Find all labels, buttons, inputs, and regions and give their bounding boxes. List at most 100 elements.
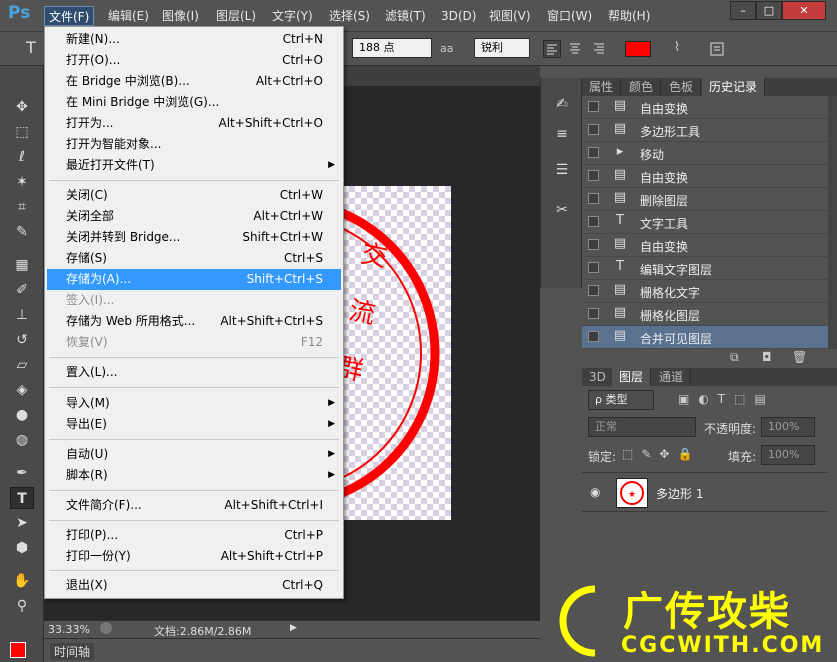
dodge-tool-icon[interactable]: ◍ [10, 429, 34, 451]
menu-help[interactable]: 帮助(H) [604, 6, 654, 26]
maximize-button[interactable]: □ [756, 1, 782, 20]
history-row[interactable]: T 文字工具 [582, 211, 828, 234]
camera-icon[interactable]: ◘ [762, 350, 772, 364]
menu-view[interactable]: 视图(V) [485, 6, 535, 26]
menu-item-browse-bridge[interactable]: 在 Bridge 中浏览(B)... Alt+Ctrl+O [47, 71, 341, 92]
menu-item-close-go-bridge[interactable]: 关闭并转到 Bridge... Shift+Ctrl+W [47, 227, 341, 248]
history-row[interactable]: ▤ 多边形工具 [582, 119, 828, 142]
menu-item-print[interactable]: 打印(P)... Ctrl+P [47, 525, 341, 546]
path-selection-tool-icon[interactable]: ➤ [10, 512, 34, 534]
menu-item-close-all[interactable]: 关闭全部 Alt+Ctrl+W [47, 206, 341, 227]
close-button[interactable]: ✕ [782, 1, 826, 20]
tab-properties[interactable]: 属性 [582, 78, 622, 96]
history-brush-tool-icon[interactable]: ↺ [10, 329, 34, 351]
menu-item-open-smart-object[interactable]: 打开为智能对象... [47, 134, 341, 155]
menu-edit[interactable]: 编辑(E) [104, 6, 153, 26]
history-row[interactable]: T 编辑文字图层 [582, 257, 828, 280]
layer-row[interactable]: ◉ ★ 多边形 1 [582, 472, 828, 512]
eraser-tool-icon[interactable]: ▱ [10, 354, 34, 376]
align-center-icon[interactable] [567, 40, 585, 58]
menu-item-new[interactable]: 新建(N)... Ctrl+N [47, 29, 341, 50]
crop-tool-icon[interactable]: ⌗ [10, 196, 34, 218]
menu-item-save-as[interactable]: 存储为(A)... Shift+Ctrl+S [47, 269, 341, 290]
menu-image[interactable]: 图像(I) [158, 6, 203, 26]
pen-tool-icon[interactable]: ✒ [10, 462, 34, 484]
stamp-tool-icon[interactable]: ⊥ [10, 304, 34, 326]
adjustments-icon[interactable]: ☰ [549, 158, 575, 182]
document-canvas[interactable]: 交流群 [343, 186, 451, 520]
history-row[interactable]: ▸ 移动 [582, 142, 828, 165]
tab-channels[interactable]: 通道 [652, 368, 692, 386]
layer-filter-select[interactable]: ρ 类型 [588, 390, 654, 410]
trash-icon[interactable]: 🗑 [792, 350, 807, 364]
blur-tool-icon[interactable]: ● [10, 404, 34, 426]
antialias-select[interactable]: 锐利 [474, 38, 530, 58]
timeline-tab[interactable]: 时间轴 [50, 643, 95, 660]
tab-color[interactable]: 颜色 [622, 78, 662, 96]
menu-file[interactable]: 文件(F) [44, 6, 95, 26]
history-row[interactable]: ▤ 自由变换 [582, 234, 828, 257]
brush-settings-icon[interactable]: ≡ [549, 122, 575, 146]
menu-item-place[interactable]: 置入(L)... [47, 362, 341, 383]
lasso-tool-icon[interactable]: ℓ [10, 146, 34, 168]
align-right-icon[interactable] [591, 40, 609, 58]
menu-item-print-one-copy[interactable]: 打印一份(Y) Alt+Shift+Ctrl+P [47, 546, 341, 567]
menu-item-import[interactable]: 导入(M) ▶ [47, 393, 341, 414]
foreground-color-swatch[interactable] [10, 642, 26, 658]
status-info-icon[interactable] [100, 622, 112, 634]
text-color-swatch[interactable] [625, 41, 651, 57]
menu-item-export[interactable]: 导出(E) ▶ [47, 414, 341, 435]
tab-3d[interactable]: 3D [582, 368, 614, 386]
menu-item-open[interactable]: 打开(O)... Ctrl+O [47, 50, 341, 71]
tab-swatches[interactable]: 色板 [662, 78, 702, 96]
new-document-from-state-icon[interactable]: ⧉ [730, 350, 739, 365]
opacity-input[interactable]: 100% [761, 417, 815, 437]
layer-name[interactable]: 多边形 1 [656, 485, 703, 502]
eye-icon[interactable]: ◉ [590, 485, 600, 499]
menu-type[interactable]: 文字(Y) [268, 6, 317, 26]
menu-item-save[interactable]: 存储(S) Ctrl+S [47, 248, 341, 269]
hand-tool-icon[interactable]: ✋ [10, 570, 34, 592]
menu-item-scripts[interactable]: 脚本(R) ▶ [47, 465, 341, 486]
menu-item-save-for-web[interactable]: 存储为 Web 所用格式... Alt+Shift+Ctrl+S [47, 311, 341, 332]
type-tool-icon[interactable]: T [10, 487, 34, 509]
character-panel-icon[interactable] [708, 40, 728, 58]
font-size-select[interactable]: 188 点 [352, 38, 432, 58]
menu-window[interactable]: 窗口(W) [543, 6, 596, 26]
history-row[interactable]: ▤ 栅格化文字 [582, 280, 828, 303]
history-row[interactable]: ▤ 删除图层 [582, 188, 828, 211]
lock-icons[interactable]: ⬚✎✥🔒 [622, 447, 700, 461]
status-arrow-icon[interactable]: ▶ [290, 623, 297, 633]
menu-item-exit[interactable]: 退出(X) Ctrl+Q [47, 575, 341, 596]
menu-item-automate[interactable]: 自动(U) ▶ [47, 444, 341, 465]
menu-item-file-info[interactable]: 文件简介(F)... Alt+Shift+Ctrl+I [47, 495, 341, 516]
history-row[interactable]: ▤ 栅格化图层 [582, 303, 828, 326]
history-brush-icon[interactable]: ✍ [549, 92, 575, 116]
magic-wand-tool-icon[interactable]: ✶ [10, 171, 34, 193]
menu-item-close[interactable]: 关闭(C) Ctrl+W [47, 185, 341, 206]
tab-history[interactable]: 历史记录 [702, 78, 766, 96]
paint-bucket-tool-icon[interactable]: ◈ [10, 379, 34, 401]
marquee-tool-icon[interactable]: ⬚ [10, 121, 34, 143]
history-scrollbar[interactable] [828, 96, 837, 349]
menu-layer[interactable]: 图层(L) [212, 6, 260, 26]
blend-mode-select[interactable]: 正常 [588, 417, 696, 437]
menu-select[interactable]: 选择(S) [325, 6, 374, 26]
history-row[interactable]: ▤ 自由变换 [582, 165, 828, 188]
fill-input[interactable]: 100% [761, 445, 815, 465]
healing-brush-tool-icon[interactable]: ▦ [10, 254, 34, 276]
menu-filter[interactable]: 滤镜(T) [381, 6, 430, 26]
layer-filter-icons[interactable]: ▣◐T⬚▤ [678, 392, 775, 406]
brush-tool-icon[interactable]: ✐ [10, 279, 34, 301]
zoom-level[interactable]: 33.33% [48, 623, 90, 636]
tools-preset-icon[interactable]: ✂ [549, 198, 575, 222]
tab-layers[interactable]: 图层 [612, 368, 652, 386]
menu-item-browse-mini-bridge[interactable]: 在 Mini Bridge 中浏览(G)... [47, 92, 341, 113]
zoom-tool-icon[interactable]: ⚲ [10, 595, 34, 617]
move-tool-icon[interactable]: ✥ [10, 96, 34, 118]
menu-item-check-in[interactable]: 签入(I)... [47, 290, 341, 311]
shape-tool-icon[interactable]: ⬢ [10, 537, 34, 559]
menu-3d[interactable]: 3D(D) [437, 6, 480, 26]
minimize-button[interactable]: – [730, 1, 756, 20]
align-left-icon[interactable] [543, 40, 561, 58]
